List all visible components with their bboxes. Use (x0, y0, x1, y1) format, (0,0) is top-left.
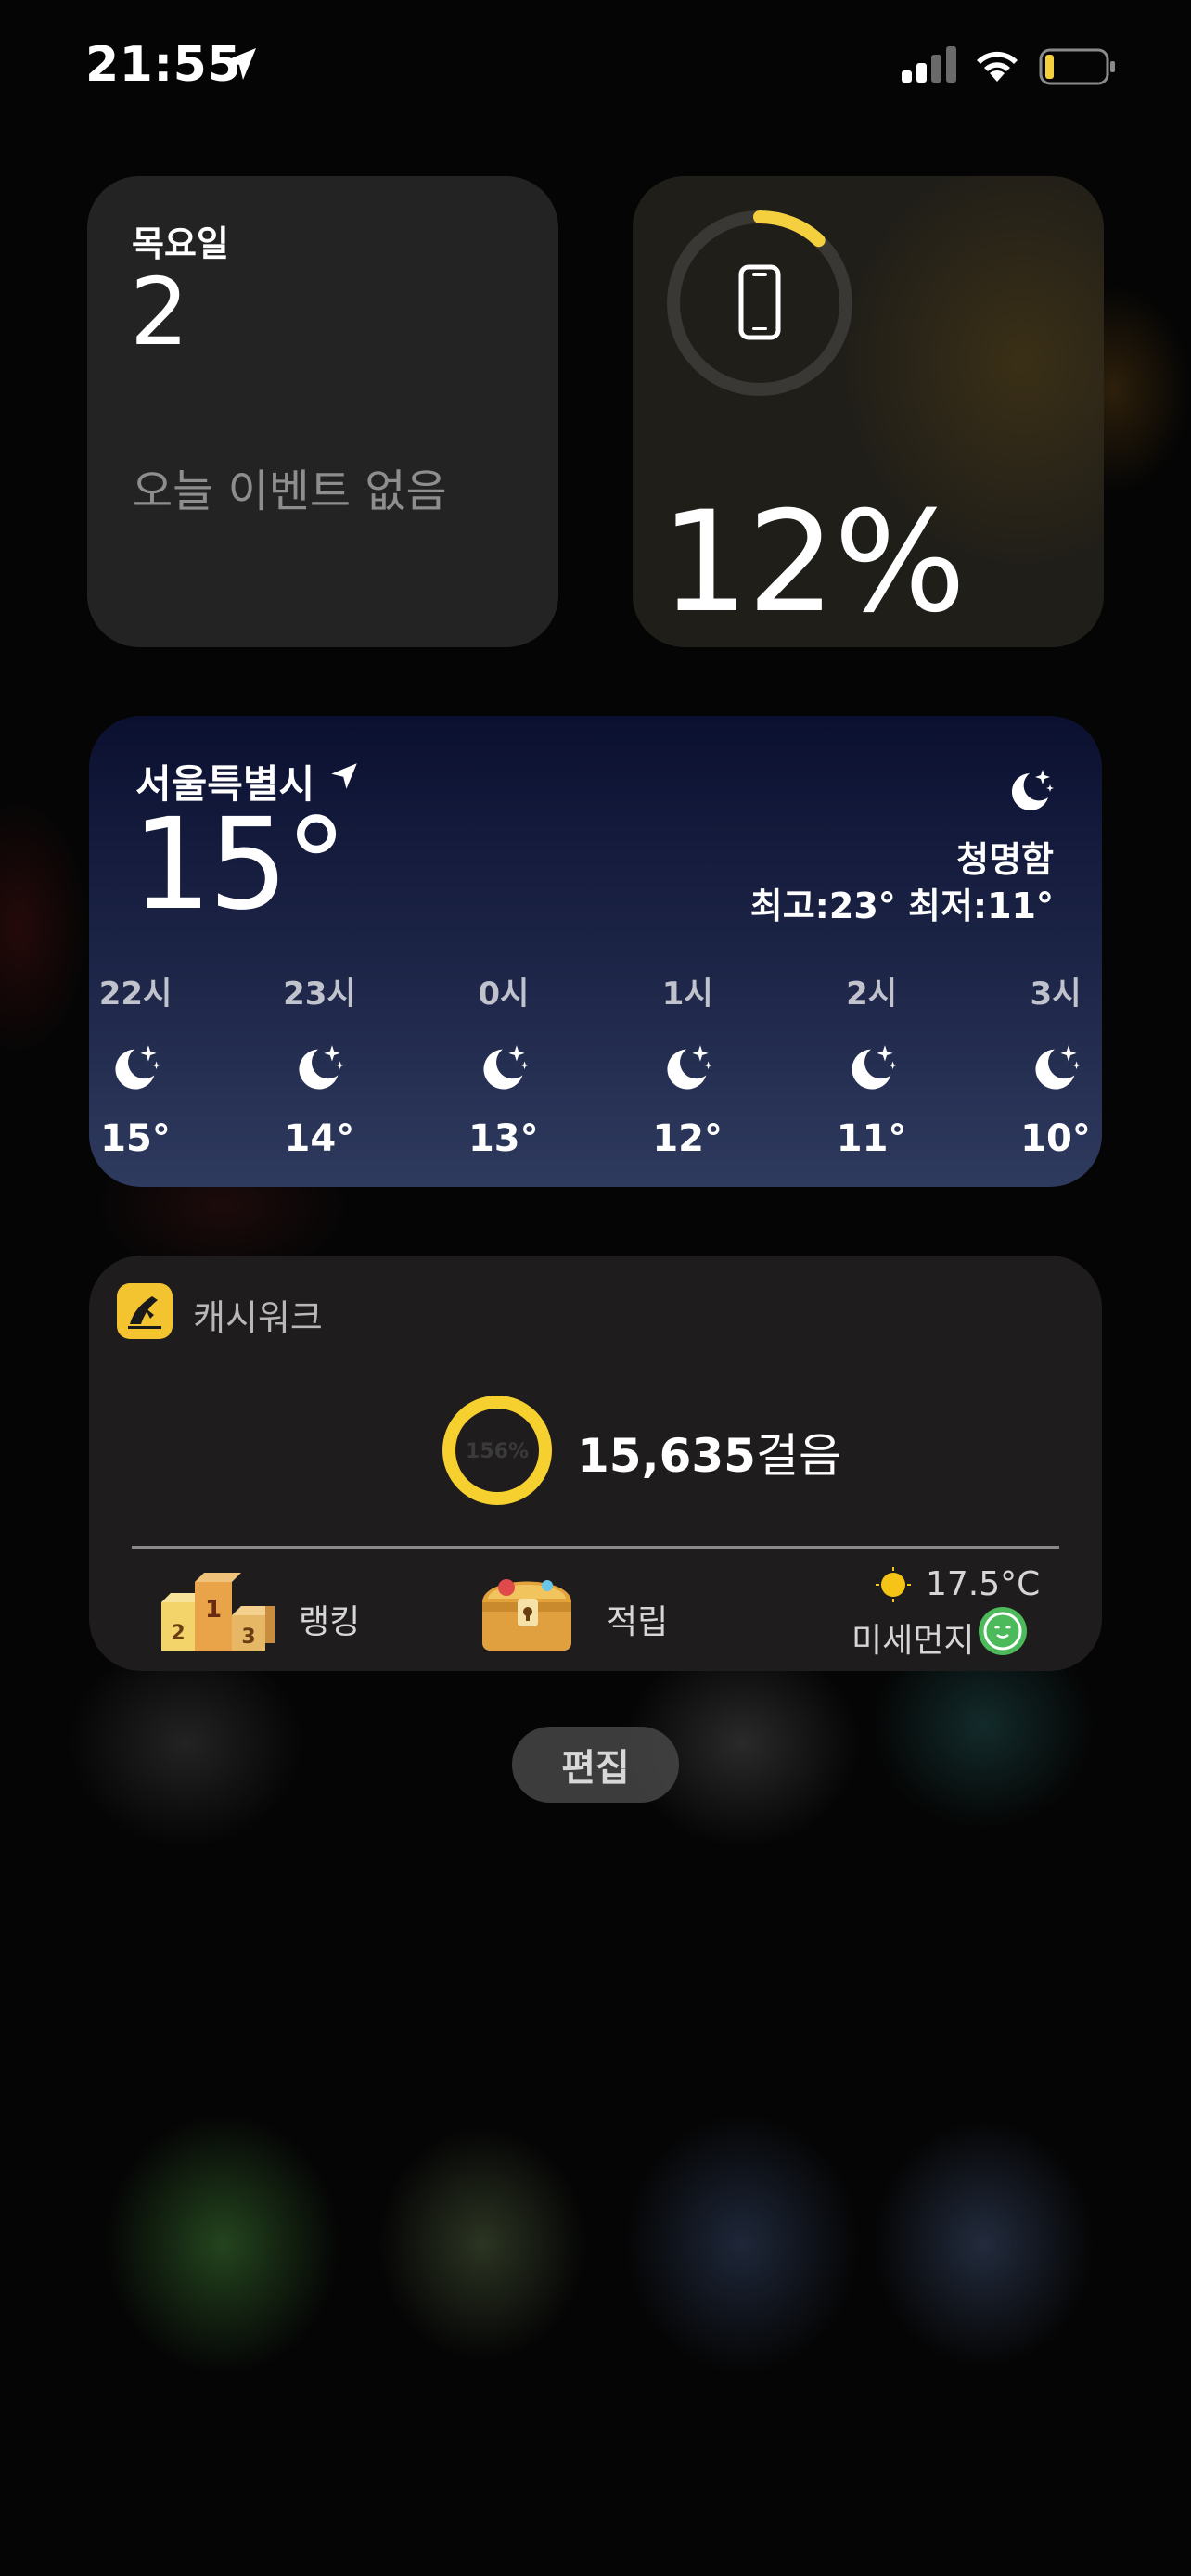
moon-stars-icon (1011, 770, 1054, 810)
weather-condition: 청명함 (956, 839, 1054, 880)
hourly-temp: 11° (836, 1117, 907, 1160)
steps-progress-ring: 156% (442, 1396, 552, 1505)
svg-text:2: 2 (171, 1622, 185, 1645)
cashwalk-logo-icon (117, 1283, 173, 1339)
hourly-time: 2시 (846, 976, 898, 1013)
hourly-temp: 10° (1020, 1117, 1091, 1160)
moon-stars-icon (299, 1045, 345, 1090)
hourly-forecast-item: 2시 11° (816, 968, 928, 1160)
hourly-time: 22시 (98, 976, 173, 1013)
hourly-temp: 12° (652, 1117, 724, 1160)
cashwalk-weather-temp: 17.5°C (926, 1565, 1041, 1603)
hourly-forecast-item: 3시 10° (1000, 968, 1102, 1160)
divider (132, 1546, 1059, 1549)
moon-stars-icon (852, 1045, 897, 1090)
hourly-forecast-item: 0시 13° (448, 968, 559, 1160)
steps-ring-percent: 156% (466, 1440, 529, 1463)
steps-unit: 걸음 (755, 1429, 841, 1483)
hourly-temp: 14° (284, 1117, 355, 1160)
moon-stars-icon (1035, 1045, 1081, 1090)
battery-widget[interactable]: 12% (633, 176, 1104, 647)
hourly-icon (89, 1041, 191, 1099)
ranking-label[interactable]: 랭킹 (299, 1595, 360, 1643)
hourly-icon (263, 1041, 375, 1099)
hourly-time: 1시 (661, 976, 713, 1013)
location-arrow-icon (331, 763, 357, 789)
calendar-widget[interactable]: 목요일 2 오늘 이벤트 없음 (87, 176, 558, 647)
sun-icon (876, 1567, 911, 1602)
wifi-icon (977, 51, 1018, 82)
hourly-icon (632, 1041, 743, 1099)
battery-percent: 12% (660, 482, 966, 644)
hourly-temp: 13° (467, 1117, 539, 1160)
hourly-temp: 15° (100, 1117, 171, 1160)
moon-stars-icon (483, 1045, 529, 1090)
cellular-signal-icon (902, 46, 956, 83)
hourly-icon (1000, 1041, 1102, 1099)
calendar-day: 2 (130, 258, 189, 366)
treasure-chest-icon[interactable] (473, 1562, 581, 1658)
save-label[interactable]: 적립 (607, 1595, 668, 1643)
calendar-no-events: 오늘 이벤트 없음 (132, 465, 447, 517)
steps-count: 15,635걸음 (577, 1419, 841, 1486)
fine-dust-label: 미세먼지 (852, 1622, 975, 1660)
hourly-forecast-item: 1시 12° (632, 968, 743, 1160)
svg-text:3: 3 (241, 1626, 255, 1649)
hourly-time: 0시 (478, 976, 530, 1013)
weather-current-temp: 15° (132, 792, 348, 938)
status-time: 21:55 (85, 37, 242, 93)
hourly-time: 3시 (1030, 976, 1082, 1013)
moon-stars-icon (667, 1045, 713, 1090)
iphone-icon (738, 264, 781, 340)
hourly-forecast-item: 23시 14° (263, 968, 375, 1160)
podium-icon[interactable]: 2 1 3 (160, 1565, 278, 1654)
weather-high-low: 최고:23° 최저:11° (749, 886, 1054, 926)
moon-stars-icon (115, 1045, 160, 1090)
hourly-icon (816, 1041, 928, 1099)
smiley-face-icon (979, 1607, 1027, 1655)
hourly-icon (448, 1041, 559, 1099)
status-bar: 21:55 (0, 0, 1191, 130)
battery-ring (667, 210, 852, 396)
hourly-time: 23시 (283, 976, 356, 1013)
cashwalk-app-name: 캐시워크 (193, 1297, 323, 1338)
svg-text:1: 1 (205, 1596, 222, 1624)
cashwalk-widget[interactable]: 캐시워크 156% 15,635걸음 2 1 3 랭킹 적립 17.5°C 미세… (89, 1256, 1102, 1671)
location-arrow-icon (224, 48, 256, 80)
steps-number: 15,635 (577, 1429, 756, 1483)
edit-button[interactable]: 편집 (512, 1727, 679, 1803)
weather-widget[interactable]: 서울특별시 15° 청명함 최고:23° 최저:11° 22시 15° 23시 14°… (89, 716, 1102, 1187)
battery-icon (1039, 48, 1115, 85)
hourly-forecast-item: 22시 15° (89, 968, 191, 1160)
